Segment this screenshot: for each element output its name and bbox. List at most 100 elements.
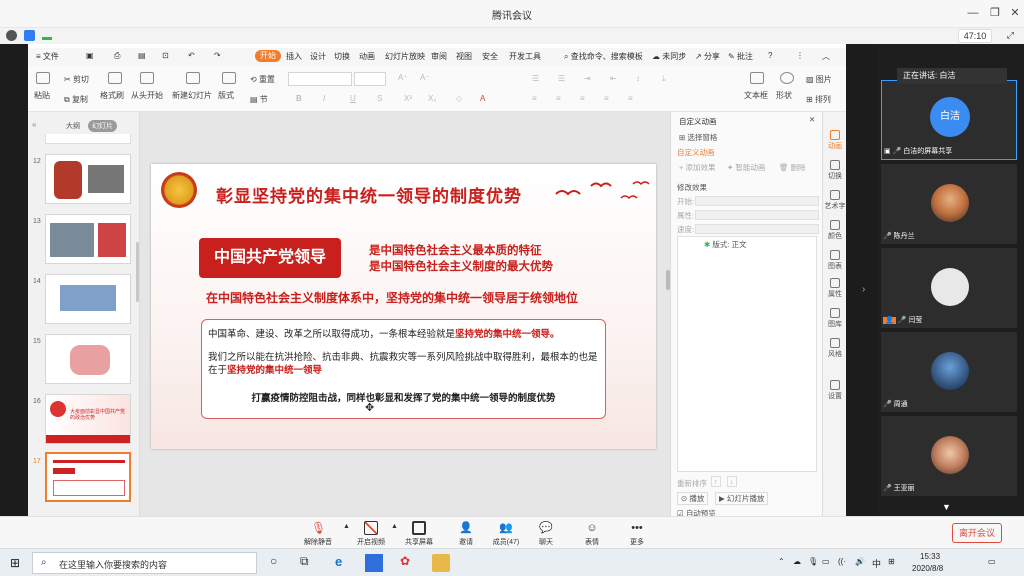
members-button[interactable]: 👥 成员(47) — [486, 519, 526, 547]
unmute-button[interactable]: 🎙 解除静音 — [298, 519, 338, 547]
clear-format-icon[interactable]: ◇ — [456, 94, 462, 103]
export-icon[interactable]: ▤ — [138, 51, 146, 60]
tool-property[interactable]: 属性 — [823, 278, 847, 299]
text-direction-icon[interactable]: ⤓ — [662, 74, 666, 84]
task-view-icon[interactable]: ⧉ — [300, 554, 318, 572]
superscript-icon[interactable]: X² — [404, 94, 412, 103]
line-spacing-icon[interactable]: ↕ — [636, 74, 640, 83]
start-video-button[interactable]: 开启视频 — [351, 519, 391, 547]
bold-icon[interactable]: B — [296, 94, 302, 103]
participant-tile[interactable]: 🎤 王亚丽 — [881, 416, 1017, 496]
section-button[interactable]: ▤ 节 — [250, 94, 268, 105]
thumbnail-16[interactable]: 大疫面前彰显中国共产党的政治优势 — [45, 394, 131, 444]
tool-color[interactable]: 颜色 — [823, 220, 847, 241]
justify-icon[interactable]: ≡ — [604, 94, 609, 103]
animation-list-item[interactable]: ✱ 版式: 正文 — [704, 239, 747, 250]
menu-developer[interactable]: 开发工具 — [509, 51, 541, 62]
close-button[interactable]: ✕ — [1007, 6, 1023, 20]
current-slide[interactable]: 彰显坚持党的集中统一领导的制度优势 中国共产党领导 是中国特色社会主义最本质的特… — [151, 164, 656, 449]
menu-design[interactable]: 设计 — [310, 51, 326, 62]
tab-outline[interactable]: 大纲 — [62, 120, 84, 132]
tool-chart[interactable]: 图表 — [823, 250, 847, 271]
comment-button[interactable]: ✎ 批注 — [728, 51, 753, 62]
indent-icon[interactable]: ⇥ — [584, 74, 591, 83]
leave-meeting-button[interactable]: 离开会议 — [952, 523, 1002, 543]
slideshow-play-button[interactable]: ▶ 幻灯片播放 — [715, 492, 769, 505]
minimize-button[interactable]: — — [965, 6, 981, 20]
shield-icon[interactable] — [24, 30, 35, 41]
tray-wifi-icon[interactable]: ((· — [838, 557, 846, 566]
menu-review[interactable]: 审阅 — [431, 51, 447, 62]
ime-indicator[interactable]: 中 — [872, 557, 881, 570]
preview-icon[interactable]: ⊡ — [162, 51, 169, 60]
more-icon[interactable]: ⋮ — [796, 51, 804, 60]
scroll-down-icon[interactable]: ▼ — [942, 502, 951, 512]
animation-list[interactable]: ✱ 版式: 正文 — [677, 236, 817, 472]
from-start-button[interactable]: 从头开始 — [131, 90, 163, 101]
audio-options-icon[interactable]: ▲ — [343, 523, 350, 530]
thumbnail-12[interactable] — [45, 154, 131, 204]
property-dropdown[interactable] — [695, 210, 819, 220]
shrink-font-icon[interactable]: A⁻ — [420, 73, 430, 82]
menu-slideshow[interactable]: 幻灯片放映 — [385, 51, 425, 62]
windows-start-icon[interactable]: ⊞ — [10, 556, 20, 570]
tencent-meeting-icon[interactable] — [365, 554, 383, 572]
format-painter-icon[interactable] — [108, 72, 122, 84]
menu-security[interactable]: 安全 — [482, 51, 498, 62]
arrange-button[interactable]: ⊞ 排列 — [806, 94, 831, 105]
tool-style[interactable]: 风格 — [823, 338, 847, 359]
notification-icon[interactable]: ▭ — [988, 557, 996, 566]
tool-animation[interactable]: 动画 — [823, 130, 847, 151]
menu-insert[interactable]: 插入 — [286, 51, 302, 62]
grow-font-icon[interactable]: A⁺ — [398, 73, 408, 82]
font-name-field[interactable] — [288, 72, 352, 86]
thumbnail-15[interactable] — [45, 334, 131, 384]
fullscreen-icon[interactable]: ⤢ — [1007, 30, 1014, 41]
tray-volume-icon[interactable]: 🔊 — [855, 557, 865, 566]
taskbar-time[interactable]: 15:33 — [920, 552, 940, 561]
strikethrough-icon[interactable]: S — [377, 94, 382, 103]
chat-button[interactable]: 💬 聊天 — [526, 519, 566, 547]
collapse-ribbon-icon[interactable]: ︿ — [822, 51, 830, 62]
underline-icon[interactable]: U — [350, 94, 356, 103]
tray-cloud-icon[interactable]: ☁ — [793, 557, 801, 566]
reset-button[interactable]: ⟲ 重置 — [250, 74, 275, 85]
thumbnail-14[interactable] — [45, 274, 131, 324]
edge-browser-icon[interactable]: e — [335, 554, 353, 572]
numbering-icon[interactable]: ☰ — [558, 74, 565, 83]
reactions-button[interactable]: ☺ 表情 — [572, 519, 612, 547]
layout-button[interactable]: 版式 — [218, 90, 234, 101]
play-button[interactable]: ⊙ 播放 — [677, 492, 709, 505]
more-button[interactable]: ••• 更多 — [617, 519, 657, 547]
participant-tile[interactable]: 👤 🎤 闫莹 — [881, 248, 1017, 328]
align-right-icon[interactable]: ≡ — [580, 94, 585, 103]
close-pane-icon[interactable]: ✕ — [809, 115, 815, 124]
print-icon[interactable]: ⎙ — [114, 51, 120, 61]
align-left-icon[interactable]: ≡ — [532, 94, 537, 103]
tray-keyboard-icon[interactable]: ⊞ — [888, 557, 895, 566]
start-dropdown[interactable] — [695, 196, 819, 206]
layout-icon[interactable] — [222, 72, 236, 84]
paste-button[interactable]: 粘贴 — [34, 90, 50, 101]
share-button[interactable]: ↗ 分享 — [695, 51, 720, 62]
textbox-icon[interactable] — [750, 72, 764, 84]
tool-settings[interactable]: 设置 — [823, 380, 847, 401]
tool-gallery[interactable]: 图库 — [823, 308, 847, 329]
play-from-start-icon[interactable] — [140, 72, 154, 84]
distribute-icon[interactable]: ≡ — [628, 94, 633, 103]
copy-button[interactable]: ⧉ 复制 — [64, 94, 88, 105]
add-effect-button[interactable]: + 添加效果 — [679, 162, 715, 173]
italic-icon[interactable]: I — [323, 94, 325, 103]
participant-tile[interactable]: 白洁 ▣ 🎤 白洁的屏幕共享 — [881, 80, 1017, 160]
cut-button[interactable]: ✂ 剪切 — [64, 74, 89, 85]
move-up-button[interactable]: ↑ — [711, 476, 721, 487]
participant-tile[interactable]: 🎤 陈丹兰 — [881, 164, 1017, 244]
speed-dropdown[interactable] — [695, 224, 819, 234]
share-screen-button[interactable]: 共享屏幕 — [399, 519, 439, 547]
select-pane-button[interactable]: ⊞ 选择窗格 — [679, 132, 717, 143]
tray-expand-icon[interactable]: ⌃ — [778, 557, 785, 566]
restore-button[interactable]: ❐ — [987, 6, 1003, 20]
menu-file[interactable]: ≡ 文件 — [36, 51, 59, 62]
tray-mic-icon[interactable]: 🎙 — [808, 557, 818, 566]
shape-icon[interactable] — [780, 72, 794, 84]
